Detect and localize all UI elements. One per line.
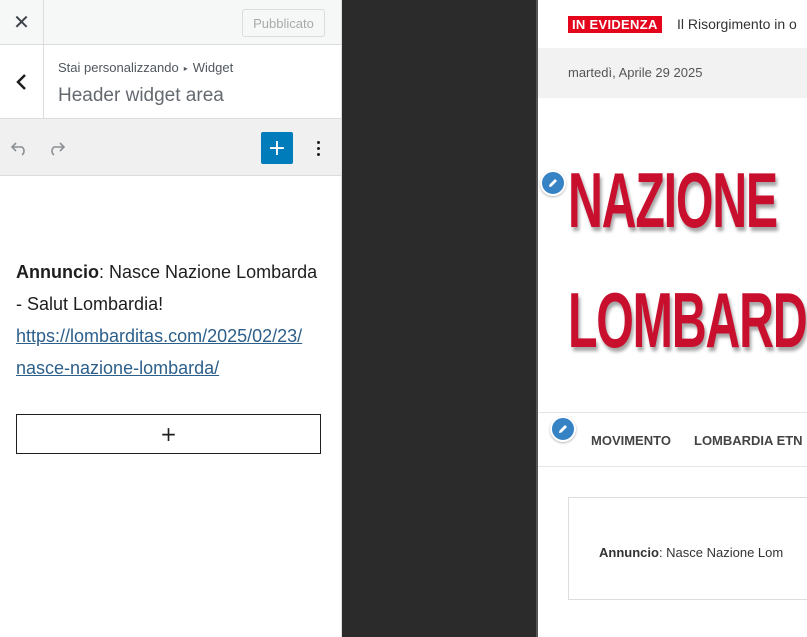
news-ticker: IN EVIDENZA Il Risorgimento in o	[538, 0, 807, 48]
breadcrumb-separator-icon: ▸	[183, 64, 188, 73]
announcement-text: Annuncio: Nasce Nazione Lom	[599, 545, 784, 560]
site-logo[interactable]: NAZIONE LOMBARDA	[568, 140, 807, 380]
breadcrumb-prefix: Stai personalizzando	[58, 60, 179, 75]
date-bar: martedì, Aprile 29 2025	[538, 48, 807, 98]
nav-item-movimento[interactable]: MOVIMENTO	[591, 433, 671, 448]
current-date: martedì, Aprile 29 2025	[568, 65, 703, 80]
back-button[interactable]	[0, 45, 44, 118]
announcement-widget: Annuncio: Nasce Nazione Lom	[568, 497, 807, 600]
nav-item-lombardia[interactable]: LOMBARDIA ETN	[694, 433, 803, 448]
redo-icon[interactable]	[44, 136, 68, 160]
widget-bold-label: Annuncio	[16, 262, 99, 282]
more-options-icon[interactable]	[306, 136, 330, 160]
widget-paragraph[interactable]: Annuncio: Nasce Nazione Lombarda - Salut…	[16, 256, 326, 384]
edit-shortcut-menu-icon[interactable]	[550, 416, 576, 442]
site-preview: IN EVIDENZA Il Risorgimento in o martedì…	[536, 0, 807, 637]
customizer-topbar: ✕ Pubblicato	[0, 0, 341, 45]
edit-shortcut-header-icon[interactable]	[540, 170, 566, 196]
publish-button[interactable]: Pubblicato	[242, 9, 325, 37]
customizer-panel: ✕ Pubblicato Stai personalizzando ▸ Widget…	[0, 0, 342, 637]
undo-icon[interactable]	[8, 136, 32, 160]
add-block-button[interactable]: +	[261, 132, 293, 164]
section-header: Stai personalizzando ▸ Widget Header widge…	[0, 45, 341, 119]
logo-line-2: LOMBARDA	[568, 276, 807, 364]
ticker-text[interactable]: Il Risorgimento in o	[677, 16, 797, 32]
breadcrumb-section: Widget	[192, 60, 234, 75]
breadcrumb: Stai personalizzando ▸ Widget	[58, 60, 233, 75]
block-toolbar: +	[0, 119, 341, 176]
chevron-left-icon	[15, 73, 26, 90]
close-icon[interactable]: ✕	[0, 0, 44, 44]
in-evidenza-badge: IN EVIDENZA	[568, 16, 662, 33]
main-navigation: MOVIMENTO LOMBARDIA ETN	[538, 412, 807, 467]
section-title: Header widget area	[58, 85, 224, 106]
append-block-button[interactable]: +	[16, 414, 321, 454]
widget-link[interactable]: https://lombarditas.com/2025/02/23/nasce…	[16, 326, 302, 378]
logo-line-1: NAZIONE	[568, 156, 778, 244]
